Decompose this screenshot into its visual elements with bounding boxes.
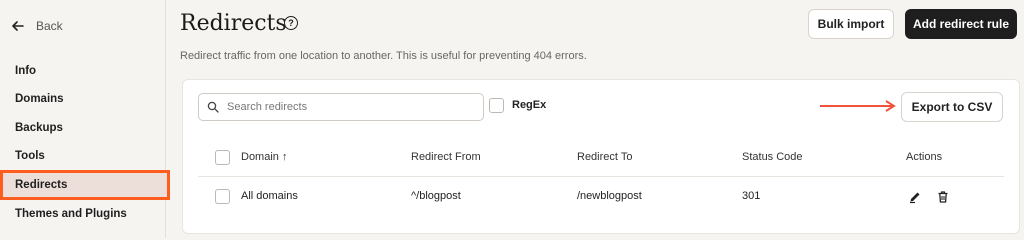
column-header-actions: Actions <box>906 151 943 163</box>
sidebar-item-domains[interactable]: Domains <box>0 85 166 113</box>
pencil-icon[interactable] <box>908 190 922 204</box>
column-header-domain[interactable]: Domain ↑ <box>241 151 287 163</box>
question-circle-icon[interactable]: ? <box>284 16 298 30</box>
arrow-left-icon <box>10 18 26 34</box>
sidebar-item-tools[interactable]: Tools <box>0 142 166 170</box>
regex-label: RegEx <box>512 99 547 111</box>
table-divider <box>198 176 1004 177</box>
column-header-redirect-from: Redirect From <box>411 151 481 163</box>
search-icon <box>207 101 219 113</box>
row-redirect-from: ^/blogpost <box>411 190 461 202</box>
sidebar-item-info[interactable]: Info <box>0 57 166 85</box>
page-title: Redirects <box>180 11 287 36</box>
regex-checkbox[interactable] <box>489 98 504 113</box>
back-link[interactable]: Back <box>10 16 63 36</box>
sidebar: Back Info Domains Backups Tools Redirect… <box>0 0 170 238</box>
search-placeholder: Search redirects <box>227 101 308 113</box>
row-checkbox[interactable] <box>215 189 230 204</box>
column-header-redirect-to: Redirect To <box>577 151 633 163</box>
row-domain: All domains <box>241 190 298 202</box>
export-csv-button[interactable]: Export to CSV <box>901 92 1003 122</box>
page-subtitle: Redirect traffic from one location to an… <box>180 50 587 62</box>
sidebar-item-backups[interactable]: Backups <box>0 114 166 142</box>
pointer-arrow-icon <box>820 100 896 112</box>
select-all-checkbox[interactable] <box>215 150 230 165</box>
trash-icon[interactable] <box>936 190 950 204</box>
row-redirect-to: /newblogpost <box>577 190 642 202</box>
sidebar-item-redirects[interactable]: Redirects <box>0 170 170 200</box>
back-label: Back <box>36 19 63 33</box>
row-status-code: 301 <box>742 190 761 202</box>
column-header-status-code: Status Code <box>742 151 803 163</box>
add-redirect-rule-button[interactable]: Add redirect rule <box>905 9 1017 39</box>
search-input[interactable]: Search redirects <box>198 93 484 121</box>
sidebar-item-themes-and-plugins[interactable]: Themes and Plugins <box>0 200 166 228</box>
bulk-import-button[interactable]: Bulk import <box>808 9 894 39</box>
